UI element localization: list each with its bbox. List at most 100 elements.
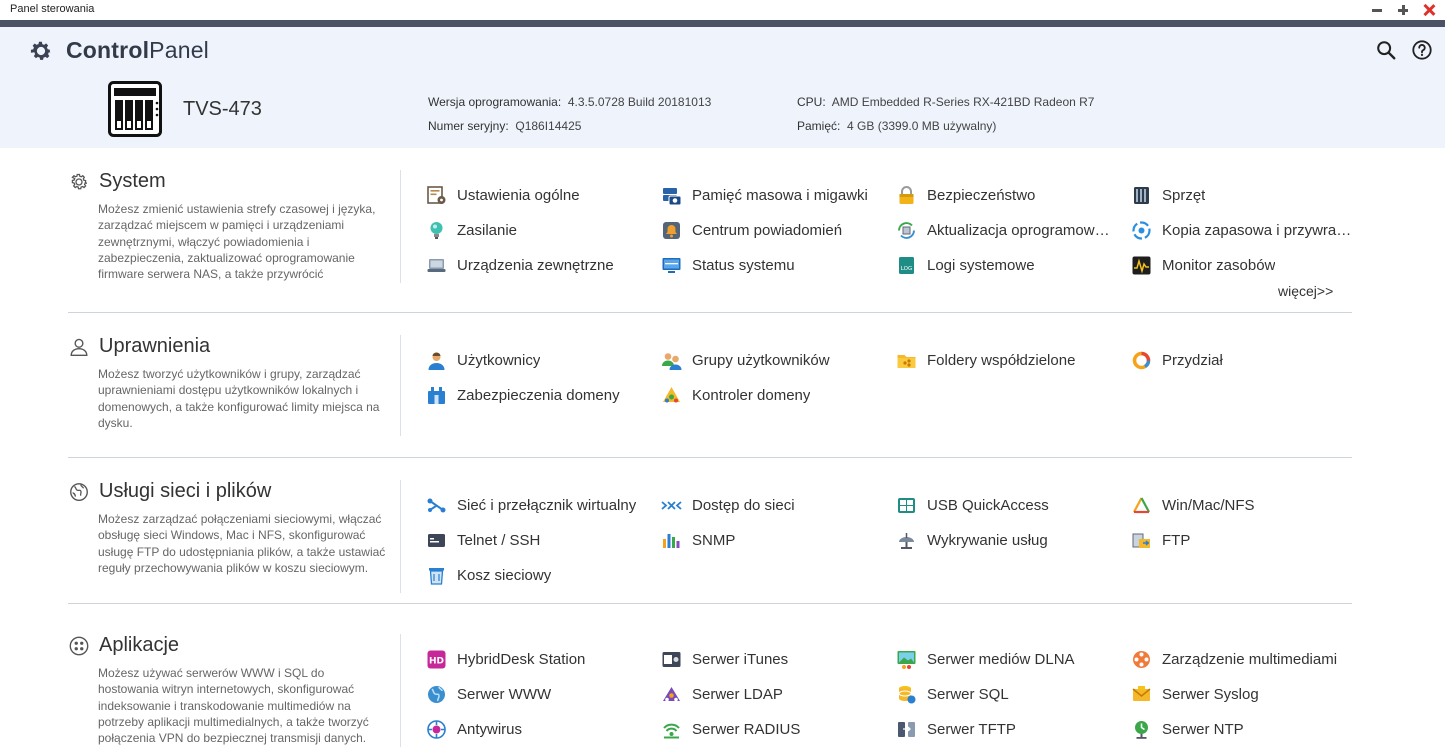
multimedia-management-icon bbox=[1133, 651, 1150, 668]
search-icon[interactable] bbox=[1375, 39, 1397, 61]
network-recycle-bin-icon bbox=[429, 568, 444, 585]
general-settings-icon bbox=[427, 186, 446, 204]
more-link[interactable]: więcej>> bbox=[1278, 283, 1333, 299]
shared-folders-icon bbox=[897, 355, 916, 368]
win-mac-nfs-icon bbox=[1133, 497, 1150, 514]
section-network-file-services: Usługi sieci i plików Możesz zarządzać p… bbox=[68, 480, 1352, 595]
window-titlebar: Panel sterowania bbox=[0, 0, 1445, 20]
item-network-recycle-bin[interactable]: Kosz sieciowy bbox=[426, 565, 551, 586]
snmp-icon bbox=[663, 534, 680, 548]
item-snmp[interactable]: SNMP bbox=[661, 530, 735, 551]
app-title: ControlPanel bbox=[66, 37, 209, 63]
item-firmware-update[interactable]: Aktualizacja oprogramow… bbox=[896, 220, 1110, 241]
itunes-server-icon bbox=[662, 652, 681, 667]
telnet-ssh-icon bbox=[428, 534, 445, 547]
item-network-virtual-switch[interactable]: Sieć i przełącznik wirtualny bbox=[426, 495, 636, 516]
section-description: Możesz tworzyć użytkowników i grupy, zar… bbox=[98, 367, 380, 430]
close-icon[interactable] bbox=[1423, 4, 1435, 16]
usb-quickaccess-icon bbox=[898, 498, 915, 513]
item-power[interactable]: Zasilanie bbox=[426, 220, 517, 241]
quota-icon bbox=[1132, 351, 1151, 370]
device-name: TVS-473 bbox=[183, 97, 262, 120]
lock-icon bbox=[899, 186, 914, 204]
section-divider bbox=[68, 312, 1352, 313]
hardware-icon bbox=[1134, 187, 1149, 204]
header: ControlPanel TVS-473 Wersja oprogramowan… bbox=[0, 27, 1445, 148]
power-bulb-icon bbox=[430, 222, 443, 239]
system-status-icon bbox=[662, 258, 681, 273]
section-description: Możesz zmienić ustawienia strefy czasowe… bbox=[98, 202, 376, 282]
minimize-icon[interactable] bbox=[1371, 4, 1383, 16]
resource-monitor-icon bbox=[1132, 256, 1151, 275]
radius-server-icon bbox=[663, 723, 680, 739]
item-web-server[interactable]: Serwer WWW bbox=[426, 684, 551, 705]
item-backup-restore[interactable]: Kopia zapasowa i przywra… bbox=[1131, 220, 1351, 241]
external-device-icon bbox=[427, 259, 446, 272]
item-users[interactable]: Użytkownicy bbox=[426, 350, 540, 371]
item-resource-monitor[interactable]: Monitor zasobów bbox=[1131, 255, 1275, 276]
nas-device-icon bbox=[108, 81, 162, 137]
apps-grid-icon bbox=[69, 636, 89, 655]
item-security[interactable]: Bezpieczeństwo bbox=[896, 185, 1035, 206]
item-notification-center[interactable]: Centrum powiadomień bbox=[661, 220, 842, 241]
item-quota[interactable]: Przydział bbox=[1131, 350, 1223, 371]
item-hybriddesk-station[interactable]: HD HybridDesk Station bbox=[426, 649, 585, 670]
item-general-settings[interactable]: Ustawienia ogólne bbox=[426, 185, 580, 206]
section-title: System bbox=[99, 170, 166, 192]
section-title: Usługi sieci i plików bbox=[99, 480, 272, 502]
section-title: Uprawnienia bbox=[99, 335, 211, 357]
settings-icon bbox=[71, 173, 88, 189]
item-service-discovery[interactable]: Wykrywanie usług bbox=[896, 530, 1048, 551]
item-radius-server[interactable]: Serwer RADIUS bbox=[661, 719, 800, 740]
globe-icon bbox=[70, 482, 88, 501]
ftp-icon bbox=[1132, 533, 1150, 548]
sql-server-icon bbox=[898, 686, 916, 704]
item-user-groups[interactable]: Grupy użytkowników bbox=[661, 350, 830, 371]
tftp-server-icon bbox=[898, 722, 915, 737]
svg-text:LOG: LOG bbox=[901, 266, 912, 272]
network-access-icon bbox=[661, 501, 682, 510]
device-summary: TVS-473 bbox=[108, 81, 262, 137]
item-system-status[interactable]: Status systemu bbox=[661, 255, 795, 276]
antivirus-icon bbox=[427, 720, 446, 739]
item-ntp-server[interactable]: Serwer NTP bbox=[1131, 719, 1244, 740]
section-divider bbox=[68, 603, 1352, 604]
web-server-icon bbox=[428, 686, 445, 703]
user-icon bbox=[70, 338, 88, 356]
item-multimedia-management[interactable]: Zarządzenie multimediami bbox=[1131, 649, 1337, 670]
item-usb-quickaccess[interactable]: USB QuickAccess bbox=[896, 495, 1049, 516]
item-network-access[interactable]: Dostęp do sieci bbox=[661, 495, 795, 516]
item-antivirus[interactable]: Antywirus bbox=[426, 719, 522, 740]
item-ldap-server[interactable]: Serwer LDAP bbox=[661, 684, 783, 705]
item-domain-controller[interactable]: Kontroler domeny bbox=[661, 385, 810, 406]
item-storage-snapshots[interactable]: Pamięć masowa i migawki bbox=[661, 185, 868, 206]
firmware-info: Wersja oprogramowania: 4.3.5.0728 Build … bbox=[428, 95, 712, 133]
section-divider bbox=[68, 457, 1352, 458]
item-external-devices[interactable]: Urządzenia zewnętrzne bbox=[426, 255, 614, 276]
item-domain-security[interactable]: Zabezpieczenia domeny bbox=[426, 385, 620, 406]
item-shared-folders[interactable]: Foldery współdzielone bbox=[896, 350, 1075, 371]
item-system-logs[interactable]: LOG Logi systemowe bbox=[896, 255, 1035, 276]
help-icon[interactable] bbox=[1411, 39, 1433, 61]
section-title: Aplikacje bbox=[99, 634, 180, 656]
syslog-server-icon bbox=[1132, 686, 1151, 701]
domain-controller-icon bbox=[663, 387, 680, 403]
item-itunes-server[interactable]: Serwer iTunes bbox=[661, 649, 788, 670]
item-dlna-media-server[interactable]: Serwer mediów DLNA bbox=[896, 649, 1075, 670]
item-ftp[interactable]: FTP bbox=[1131, 530, 1190, 551]
section-system: System Możesz zmienić ustawienia strefy … bbox=[68, 170, 1352, 305]
item-telnet-ssh[interactable]: Telnet / SSH bbox=[426, 530, 540, 551]
item-hardware[interactable]: Sprzęt bbox=[1131, 185, 1205, 206]
user-groups-icon bbox=[662, 353, 682, 370]
ldap-server-icon bbox=[663, 687, 680, 702]
item-tftp-server[interactable]: Serwer TFTP bbox=[896, 719, 1016, 740]
dlna-server-icon bbox=[897, 651, 916, 669]
system-logs-icon: LOG bbox=[899, 257, 914, 274]
section-privileges: Uprawnienia Możesz tworzyć użytkowników … bbox=[68, 335, 1352, 445]
maximize-icon[interactable] bbox=[1397, 4, 1409, 16]
item-win-mac-nfs[interactable]: Win/Mac/NFS bbox=[1131, 495, 1255, 516]
section-applications: Aplikacje Możesz używać serwerów WWW i S… bbox=[68, 634, 1352, 747]
item-syslog-server[interactable]: Serwer Syslog bbox=[1131, 684, 1259, 705]
svg-text:HD: HD bbox=[429, 657, 444, 667]
item-sql-server[interactable]: Serwer SQL bbox=[896, 684, 1009, 705]
